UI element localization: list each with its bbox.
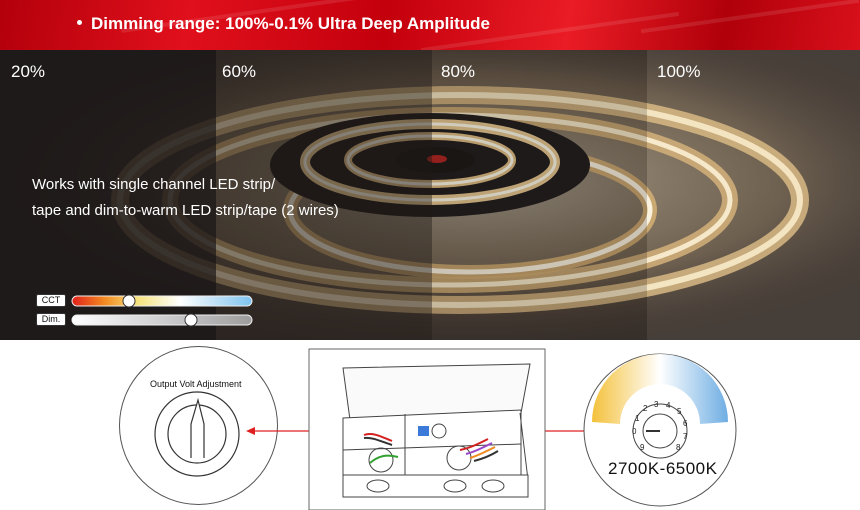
svg-text:7: 7 xyxy=(683,432,688,441)
voltage-knob-pointer xyxy=(190,397,205,458)
brightness-label-80: 80% xyxy=(441,62,476,81)
dim-slider-label: Dim. xyxy=(36,313,66,326)
cct-range-label: 2700K-6500K xyxy=(608,459,718,478)
banner-text: Dimming range: 100%-0.1% Ultra Deep Ampl… xyxy=(91,14,490,33)
wiring-diagram: Output Volt Adjustment 0 1 2 3 4 5 6 7 8… xyxy=(0,340,860,510)
brightness-label-60: 60% xyxy=(222,62,257,81)
svg-text:9: 9 xyxy=(640,443,645,452)
brightness-label-20: 20% xyxy=(11,62,46,81)
compatibility-description: Works with single channel LED strip/ tap… xyxy=(32,172,339,224)
dip-switch xyxy=(418,426,429,436)
svg-text:8: 8 xyxy=(676,443,681,452)
led-strip-photo: 20% 60% 80% 100% Works with single chann… xyxy=(0,50,860,340)
bullet-icon xyxy=(77,20,82,26)
banner-heading: Dimming range: 100%-0.1% Ultra Deep Ampl… xyxy=(77,14,490,34)
cct-slider-label: CCT xyxy=(36,294,66,307)
svg-text:1: 1 xyxy=(635,414,640,423)
svg-text:4: 4 xyxy=(666,401,671,410)
rotary-switch xyxy=(431,423,447,439)
svg-text:2: 2 xyxy=(643,404,648,413)
svg-text:3: 3 xyxy=(654,400,659,409)
arrow-left-head xyxy=(246,427,255,435)
svg-text:0: 0 xyxy=(632,427,637,436)
description-line-1: Works with single channel LED strip/ xyxy=(32,176,276,193)
banner: Dimming range: 100%-0.1% Ultra Deep Ampl… xyxy=(0,0,860,50)
diagram-lines: 0 1 2 3 4 5 6 7 8 9 xyxy=(154,348,737,510)
description-line-2: tape and dim-to-warm LED strip/tape (2 w… xyxy=(32,202,339,219)
brightness-label-100: 100% xyxy=(657,62,701,81)
svg-text:6: 6 xyxy=(683,419,688,428)
svg-text:5: 5 xyxy=(677,407,682,416)
